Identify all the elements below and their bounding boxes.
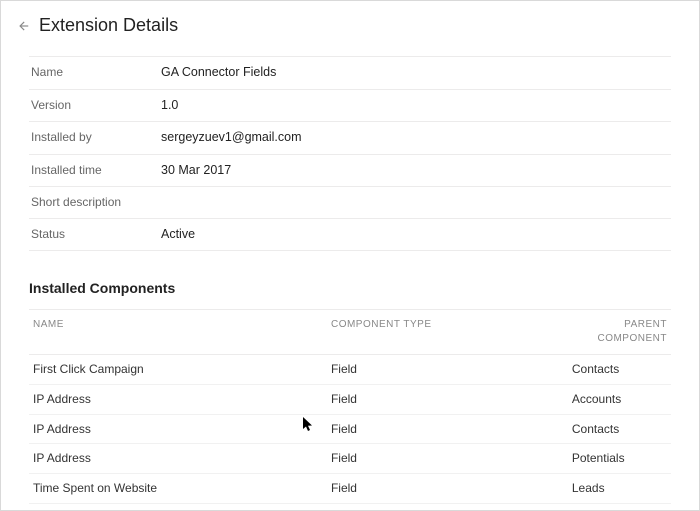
page-header: Extension Details [1, 1, 699, 48]
td-type: Field [331, 361, 572, 378]
table-row[interactable]: IP AddressFieldContacts [29, 415, 671, 445]
td-type: Field [331, 450, 572, 467]
td-type: Field [331, 480, 572, 497]
page-title: Extension Details [39, 13, 178, 38]
table-row[interactable]: Time Spent on WebsiteFieldAccounts [29, 504, 671, 511]
td-parent: Potentials [572, 450, 667, 467]
th-parent: PARENT COMPONENT [572, 318, 667, 346]
td-parent: Contacts [572, 421, 667, 438]
detail-label: Status [31, 226, 161, 243]
detail-row-installed-time: Installed time 30 Mar 2017 [29, 155, 671, 188]
th-name: NAME [33, 318, 331, 346]
td-type: Field [331, 391, 572, 408]
table-row[interactable]: Time Spent on WebsiteFieldLeads [29, 474, 671, 504]
detail-row-short-description: Short description [29, 187, 671, 219]
detail-label: Name [31, 64, 161, 81]
extension-details-page: Extension Details Name GA Connector Fiel… [0, 0, 700, 511]
table-body: First Click CampaignFieldContactsIP Addr… [29, 355, 671, 511]
td-parent: Contacts [572, 361, 667, 378]
detail-value: Active [161, 226, 195, 244]
detail-value: 1.0 [161, 97, 178, 115]
td-name: Time Spent on Website [33, 480, 331, 497]
td-type: Field [331, 421, 572, 438]
installed-components-title: Installed Components [29, 279, 671, 299]
back-arrow-icon[interactable] [15, 18, 31, 34]
detail-row-version: Version 1.0 [29, 90, 671, 123]
detail-row-name: Name GA Connector Fields [29, 57, 671, 90]
td-name: IP Address [33, 450, 331, 467]
table-row[interactable]: IP AddressFieldAccounts [29, 385, 671, 415]
th-type: COMPONENT TYPE [331, 318, 572, 346]
components-table: NAME COMPONENT TYPE PARENT COMPONENT Fir… [29, 309, 671, 511]
td-parent: Accounts [572, 391, 667, 408]
detail-label: Installed time [31, 162, 161, 179]
td-name: IP Address [33, 391, 331, 408]
detail-row-status: Status Active [29, 219, 671, 252]
table-row[interactable]: IP AddressFieldPotentials [29, 444, 671, 474]
table-row[interactable]: First Click CampaignFieldContacts [29, 355, 671, 385]
detail-row-installed-by: Installed by sergeyzuev1@gmail.com [29, 122, 671, 155]
table-header-row: NAME COMPONENT TYPE PARENT COMPONENT [29, 309, 671, 355]
td-name: IP Address [33, 421, 331, 438]
detail-label: Version [31, 97, 161, 114]
detail-value: 30 Mar 2017 [161, 162, 231, 180]
td-name: First Click Campaign [33, 361, 331, 378]
detail-label: Short description [31, 194, 161, 211]
detail-value: sergeyzuev1@gmail.com [161, 129, 302, 147]
detail-label: Installed by [31, 129, 161, 146]
detail-value: GA Connector Fields [161, 64, 276, 82]
details-section: Name GA Connector Fields Version 1.0 Ins… [29, 56, 671, 251]
td-parent: Leads [572, 480, 667, 497]
